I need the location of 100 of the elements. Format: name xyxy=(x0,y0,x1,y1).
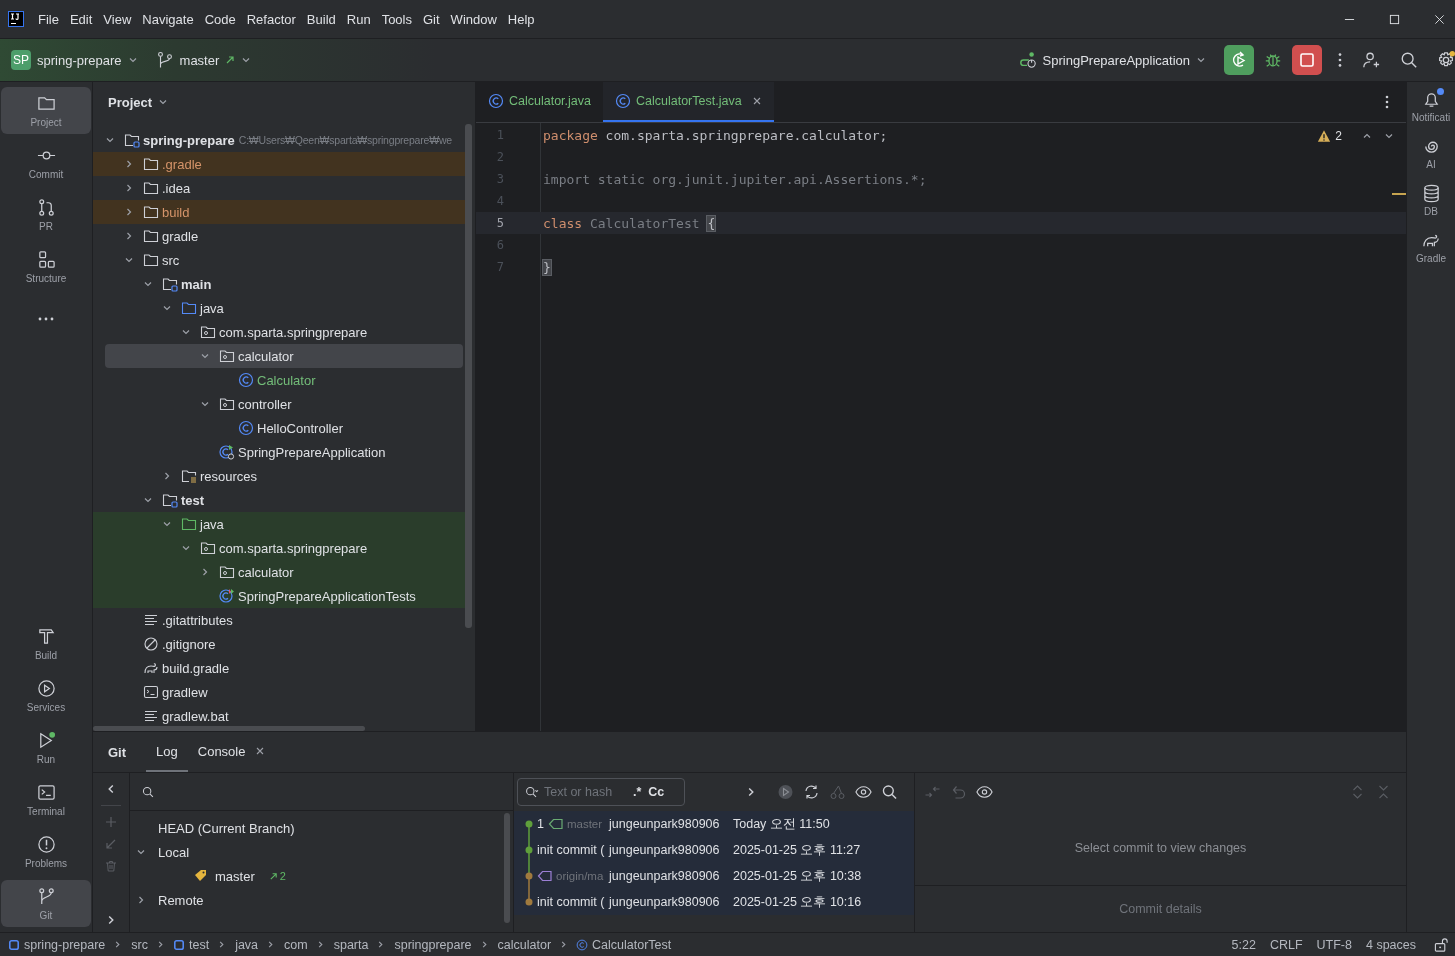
breadcrumb[interactable]: com xyxy=(284,937,308,952)
tree-row[interactable]: calculator xyxy=(93,560,467,584)
commit-row[interactable]: init commit ( jungeunpark980906 2025-01-25 오후 11:27 xyxy=(514,837,914,863)
chevron-down-icon[interactable] xyxy=(1384,131,1394,141)
panel-tab[interactable]: Log xyxy=(146,732,188,772)
tree-row[interactable]: test xyxy=(93,488,467,512)
chevron-icon[interactable] xyxy=(143,495,153,505)
tool-window-button[interactable]: Build xyxy=(1,620,91,667)
scrollbar[interactable] xyxy=(465,124,472,628)
tree-row[interactable]: build xyxy=(93,200,467,224)
tree-row[interactable]: SpringPrepareApplicationTests xyxy=(93,584,467,608)
tool-window-button[interactable]: Problems xyxy=(1,828,91,875)
search-icon[interactable] xyxy=(142,785,154,798)
menu-item[interactable]: Tools xyxy=(381,11,412,27)
chevron-icon[interactable] xyxy=(124,183,134,193)
filter-field[interactable]: Text or hash .* Cc xyxy=(517,778,685,806)
add-user-icon[interactable] xyxy=(1362,51,1380,69)
menu-item[interactable]: Refactor xyxy=(246,11,296,27)
maximize-icon[interactable] xyxy=(1389,13,1400,25)
tree-row[interactable]: HelloController xyxy=(93,416,467,440)
search-icon[interactable] xyxy=(1400,51,1418,69)
chevron-icon[interactable] xyxy=(200,351,210,361)
tool-window-button[interactable]: Project xyxy=(1,87,91,134)
tree-row[interactable]: calculator xyxy=(105,344,463,368)
chevron-icon[interactable] xyxy=(136,895,146,905)
commit-row[interactable]: 1 master jungeunpark980906 Today 오전 11:50 xyxy=(514,811,914,837)
tree-row[interactable]: gradlew xyxy=(93,680,467,704)
tool-window-button[interactable]: Structure xyxy=(1,243,91,290)
tree-row[interactable]: SpringPrepareApplication xyxy=(93,440,467,464)
tree-row[interactable]: resources xyxy=(93,464,467,488)
search-icon[interactable] xyxy=(881,784,898,800)
close-icon[interactable] xyxy=(751,96,762,106)
tree-row[interactable]: java xyxy=(93,296,467,320)
chevron-icon[interactable] xyxy=(124,207,134,217)
chevron-icon[interactable] xyxy=(136,847,146,857)
chevron-down-icon[interactable] xyxy=(127,55,138,65)
warning-count[interactable]: 2 xyxy=(1335,129,1342,143)
chevron-icon[interactable] xyxy=(200,399,210,409)
chevron-icon[interactable] xyxy=(162,303,172,313)
tree-row[interactable]: build.gradle xyxy=(93,656,467,680)
chevron-icon[interactable] xyxy=(124,255,134,265)
tool-window-button[interactable]: Git xyxy=(1,880,91,927)
menu-item[interactable]: Navigate xyxy=(142,11,194,27)
breadcrumb[interactable]: CalculatorTest xyxy=(592,937,672,952)
panel-tab[interactable]: Console xyxy=(187,732,276,772)
tree-row[interactable]: com.sparta.springprepare xyxy=(93,536,467,560)
chevron-icon[interactable] xyxy=(181,327,191,337)
menu-item[interactable]: View xyxy=(103,11,132,27)
tool-window-button[interactable]: Notificati xyxy=(1407,90,1455,123)
run-configuration-selector[interactable]: SpringPrepareApplication xyxy=(1042,52,1190,68)
breadcrumb[interactable]: src xyxy=(131,937,148,952)
stop-button[interactable] xyxy=(1292,45,1322,75)
project-selector[interactable]: spring-prepare xyxy=(37,52,122,68)
panel-title[interactable]: Project xyxy=(108,94,153,110)
breadcrumb[interactable]: java xyxy=(235,937,259,952)
tree-row[interactable]: .gradle xyxy=(93,152,467,176)
play-circle-icon[interactable] xyxy=(777,784,794,800)
breadcrumb[interactable]: test xyxy=(188,937,210,952)
branch-item[interactable]: master 2 xyxy=(130,864,513,888)
tree-row[interactable]: main xyxy=(93,272,467,296)
eye-icon[interactable] xyxy=(976,784,993,800)
branch-item[interactable]: Remote xyxy=(130,888,513,912)
tool-window-button[interactable]: Terminal xyxy=(1,776,91,823)
tree-row[interactable]: gradlew.bat xyxy=(93,704,467,728)
menu-item[interactable]: Help xyxy=(507,11,535,27)
indent-setting[interactable]: 4 spaces xyxy=(1365,937,1416,952)
caret-position[interactable]: 5:22 xyxy=(1231,937,1256,952)
chevron-icon[interactable] xyxy=(143,279,153,289)
chevron-icon[interactable] xyxy=(124,231,134,241)
chevron-up-icon[interactable] xyxy=(1362,131,1372,141)
menu-item[interactable]: Git xyxy=(423,11,440,27)
tool-window-button[interactable]: AI xyxy=(1407,137,1455,170)
tool-window-button[interactable]: PR xyxy=(1,191,91,238)
debug-icon[interactable] xyxy=(1264,51,1282,69)
commit-row[interactable]: init commit ( jungeunpark980906 2025-01-25 오후 10:16 xyxy=(514,889,914,915)
tool-window-button[interactable]: Commit xyxy=(1,139,91,186)
eye-icon[interactable] xyxy=(855,784,872,800)
menu-item[interactable]: Window xyxy=(450,11,497,27)
chevron-icon[interactable] xyxy=(162,519,172,529)
tree-row[interactable]: com.sparta.springprepare xyxy=(93,320,467,344)
menu-item[interactable]: Edit xyxy=(69,11,93,27)
menu-item[interactable]: Code xyxy=(204,11,236,27)
editor-tab[interactable]: Calculator.java xyxy=(476,82,603,122)
tree-row[interactable]: java xyxy=(93,512,467,536)
chevron-icon[interactable] xyxy=(105,135,115,145)
tool-window-button[interactable]: Services xyxy=(1,672,91,719)
branch-item[interactable]: HEAD (Current Branch) xyxy=(130,816,513,840)
close-icon[interactable] xyxy=(255,746,266,756)
tree-row[interactable]: .gitignore xyxy=(93,632,467,656)
chevron-down-icon[interactable] xyxy=(1196,55,1206,65)
more-icon[interactable] xyxy=(1338,51,1342,69)
breadcrumb[interactable]: calculator xyxy=(497,937,552,952)
regex-toggle[interactable]: .* xyxy=(633,785,642,799)
chevron-down-icon[interactable] xyxy=(158,97,169,107)
line-ending[interactable]: CRLF xyxy=(1269,937,1303,952)
chevron-icon[interactable] xyxy=(124,159,134,169)
scrollbar[interactable] xyxy=(504,813,510,923)
scrollbar[interactable] xyxy=(93,726,365,731)
warning-marker[interactable] xyxy=(1392,193,1406,195)
breadcrumb[interactable]: springprepare xyxy=(394,937,472,952)
